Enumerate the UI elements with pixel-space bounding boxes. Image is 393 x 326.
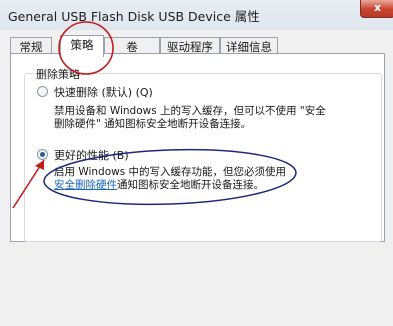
better-performance-description: 启用 Windows 中的写入缓存功能，但您必须使用 安全删除硬件通知图标安全地… <box>54 166 286 192</box>
quick-removal-desc-line1: 禁用设备和 Windows 上的写入缓存，但可以不使用 "安全 <box>54 105 326 117</box>
better-performance-desc-line1: 启用 Windows 中的写入缓存功能，但您必须使用 <box>54 166 287 178</box>
better-performance-label[interactable]: 更好的性能 (B) <box>54 147 129 163</box>
properties-dialog: 常规 策略 卷 驱动程序 详细信息 删除策略 快速删除 (默认) (Q) 禁用设… <box>0 30 393 326</box>
safely-remove-hardware-link[interactable]: 安全删除硬件 <box>54 179 117 191</box>
quick-removal-desc-line2: 删除硬件" 通知图标安全地断开设备连接。 <box>54 118 252 130</box>
close-button[interactable]: x <box>360 0 393 18</box>
quick-removal-radio[interactable] <box>37 86 48 97</box>
close-icon: x <box>373 1 382 14</box>
tab-policy[interactable]: 策略 <box>60 35 104 57</box>
better-performance-radio[interactable] <box>37 149 48 160</box>
better-performance-desc-line2-rest: 通知图标安全地断开设备连接。 <box>117 179 264 191</box>
quick-removal-description: 禁用设备和 Windows 上的写入缓存，但可以不使用 "安全 删除硬件" 通知… <box>54 105 326 131</box>
title-bar: General USB Flash Disk USB Device 属性 x <box>0 0 393 30</box>
better-performance-desc-line2: 安全删除硬件通知图标安全地断开设备连接。 <box>54 179 286 192</box>
quick-removal-label[interactable]: 快速删除 (默认) (Q) <box>54 84 153 100</box>
window-title: General USB Flash Disk USB Device 属性 <box>8 9 260 24</box>
group-title: 删除策略 <box>33 66 83 82</box>
